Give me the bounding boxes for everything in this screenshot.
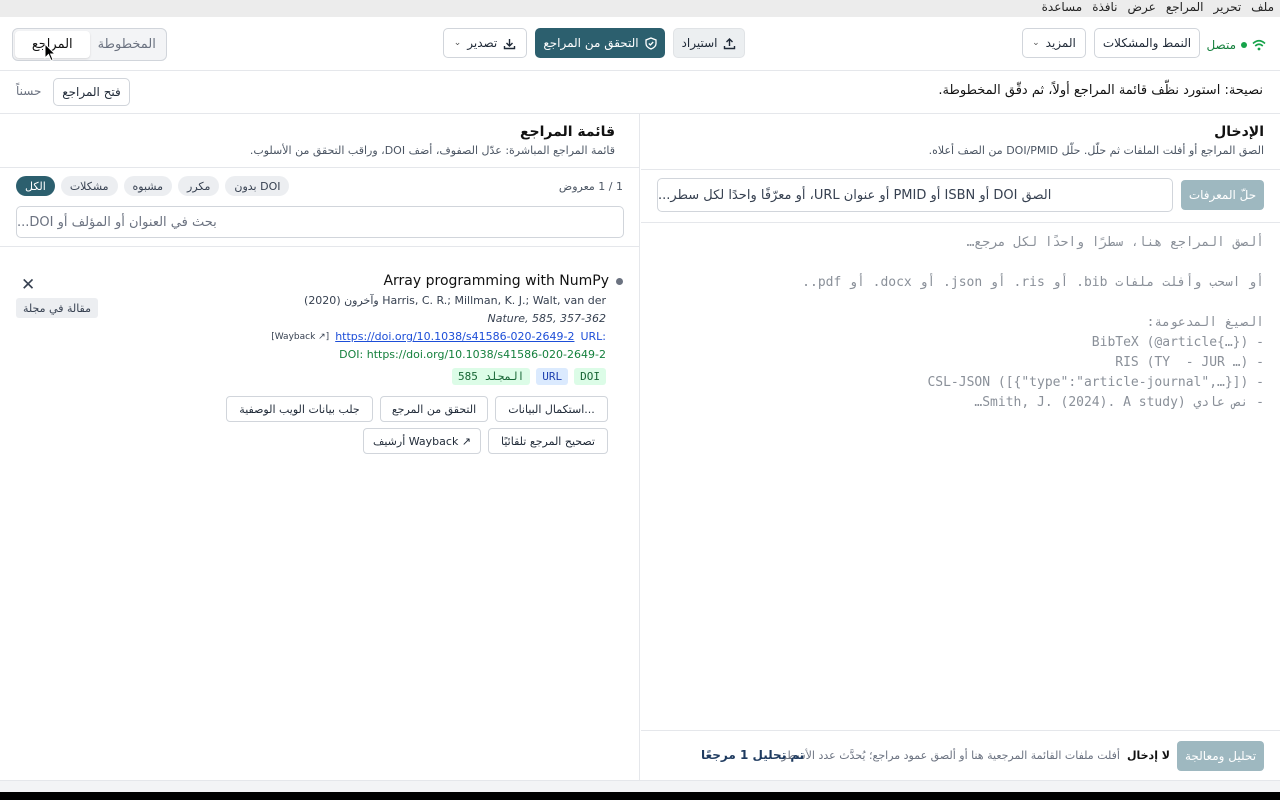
connection-status: متصل xyxy=(1206,38,1266,52)
divider xyxy=(0,246,640,247)
mouse-cursor-icon xyxy=(44,43,56,62)
tab-manuscript[interactable]: المخطوطة xyxy=(90,31,165,58)
import-label: استيراد xyxy=(681,36,718,50)
filter-no-doi[interactable]: بدون DOI xyxy=(225,176,290,196)
filter-suspicious[interactable]: مشبوه xyxy=(123,176,173,196)
url-label: URL: xyxy=(580,330,606,343)
reference-list-title: قائمة المراجع xyxy=(519,124,615,140)
footer-hint: لا إدخال أفلت ملفات القائمة المرجعية هنا… xyxy=(778,749,1170,762)
reference-list-subtitle: قائمة المراجع المباشرة: عدّل الصفوف، أضف… xyxy=(249,144,615,157)
reference-tags: DOI URL المجلد 585 xyxy=(452,368,606,385)
textarea-line: الصيغ المدعومة: xyxy=(1146,315,1264,330)
filter-chips: الكل مشكلات مشبوه مكرر بدون DOI xyxy=(16,176,290,196)
menu-help[interactable]: مساعدة xyxy=(1038,0,1087,17)
wayback-archive-button[interactable]: أرشيف Wayback ↗ xyxy=(363,428,481,454)
open-references-button[interactable]: فتح المراجع xyxy=(53,78,130,106)
reference-list-panel: قائمة المراجع قائمة المراجع المباشرة: عد… xyxy=(0,114,640,780)
style-issues-button[interactable]: النمط والمشكلات xyxy=(1094,28,1200,58)
fetch-web-metadata-button[interactable]: جلب بيانات الويب الوصفية xyxy=(226,396,373,422)
download-icon xyxy=(504,38,516,49)
input-subtitle: الصق المراجع أو أفلت الملفات ثم حلّل. حل… xyxy=(928,144,1264,157)
reference-url-row: [Wayback ↗] https://doi.org/10.1038/s415… xyxy=(271,330,606,343)
reference-type-badge: مقالة في مجلة xyxy=(16,298,99,318)
reference-title[interactable]: Array programming with NumPy xyxy=(383,273,623,289)
close-icon[interactable]: ✕ xyxy=(21,275,35,295)
textarea-line: - BibTeX (@article{…}) xyxy=(1091,335,1264,350)
export-label: تصدير xyxy=(467,36,498,50)
chevron-down-icon: ⌄ xyxy=(1032,38,1040,48)
parse-status: تم تحليل 1 مرجعًا xyxy=(701,748,805,762)
textarea-line: - نص عادي (Smith, J. (2024). A study… xyxy=(974,395,1264,410)
footer-hint-bold: لا إدخال xyxy=(1126,749,1170,762)
auto-correct-button[interactable]: تصحيح المرجع تلقائيًا xyxy=(488,428,608,454)
filter-duplicate[interactable]: مكرر xyxy=(178,176,220,196)
export-button[interactable]: ⌄ تصدير xyxy=(443,28,527,58)
status-bar xyxy=(0,780,1280,792)
upload-icon xyxy=(724,37,736,49)
menu-references[interactable]: المراجع xyxy=(1162,0,1208,17)
input-footer: تحليل ومعالجة لا إدخال أفلت ملفات القائم… xyxy=(641,730,1280,780)
menu-window[interactable]: نافذة xyxy=(1088,0,1121,17)
status-dot-icon xyxy=(616,277,623,285)
verify-reference-button[interactable]: التحقق من المرجع xyxy=(380,396,488,422)
menu-edit[interactable]: تحرير xyxy=(1210,0,1246,17)
textarea-line: - RIS (TY - JUR …) xyxy=(1115,355,1264,370)
verify-references-button[interactable]: التحقق من المراجع xyxy=(535,28,665,58)
status-label: متصل xyxy=(1206,38,1236,52)
style-issues-label: النمط والمشكلات xyxy=(1102,36,1192,50)
reference-search-input[interactable]: بحث في العنوان أو المؤلف أو DOI... xyxy=(16,206,624,238)
menu-view[interactable]: عرض xyxy=(1124,0,1160,17)
textarea-line: - CSL-JSON ([{"type":"article-journal",…… xyxy=(927,375,1264,390)
shown-count: 1 / 1 معروض xyxy=(558,180,623,193)
complete-data-button[interactable]: استكمال البيانات... xyxy=(495,396,608,422)
shield-check-icon xyxy=(645,36,657,50)
textarea-line: أو اسحب وأفلت ملفات bib. أو ris. أو json… xyxy=(802,275,1264,290)
input-panel: الإدخال الصق المراجع أو أفلت الملفات ثم … xyxy=(641,114,1280,780)
verify-references-label: التحقق من المراجع xyxy=(543,36,639,50)
filter-issues[interactable]: مشكلات xyxy=(60,176,118,196)
tag-doi: DOI xyxy=(574,368,606,385)
screen-edge xyxy=(0,792,1280,800)
resolve-identifiers-button[interactable]: حلّ المعرفات xyxy=(1181,180,1264,210)
wifi-icon xyxy=(1252,39,1266,51)
import-button[interactable]: استيراد xyxy=(673,28,745,58)
tag-volume: المجلد 585 xyxy=(452,368,531,385)
more-button[interactable]: ⌄ المزيد xyxy=(1022,28,1086,58)
reference-title-text: Array programming with NumPy xyxy=(383,273,609,289)
reference-doi: DOI: https://doi.org/10.1038/s41586-020-… xyxy=(339,348,606,361)
more-label: المزيد xyxy=(1045,36,1076,50)
divider xyxy=(641,169,1280,170)
divider xyxy=(0,167,640,168)
wayback-link[interactable]: [Wayback ↗] xyxy=(271,332,329,342)
toolbar: متصل النمط والمشكلات ⌄ المزيد استيراد ال… xyxy=(0,17,1280,71)
reference-journal: Nature, 585, 357-362 xyxy=(487,312,607,325)
filter-all[interactable]: الكل xyxy=(16,176,55,196)
identifier-input[interactable]: الصق DOI أو ISBN أو PMID أو عنوان URL، أ… xyxy=(657,178,1173,212)
menu-bar: ملف تحرير المراجع عرض نافذة مساعدة xyxy=(0,0,1280,17)
reference-authors: Harris, C. R.; Millman, K. J.; Walt, van… xyxy=(304,294,606,307)
dismiss-tip-button[interactable]: حسناً xyxy=(16,84,41,98)
status-dot-icon xyxy=(1241,42,1247,48)
reference-url-link[interactable]: https://doi.org/10.1038/s41586-020-2649-… xyxy=(335,330,574,343)
tip-banner: نصيحة: استورد نظّف قائمة المراجع أولاً، … xyxy=(0,71,1280,114)
footer-hint-text: أفلت ملفات القائمة المرجعية هنا أو ألصق … xyxy=(777,749,1120,762)
chevron-down-icon: ⌄ xyxy=(453,38,462,48)
tip-text: نصيحة: استورد نظّف قائمة المراجع أولاً، … xyxy=(938,83,1263,98)
references-textarea[interactable]: ألصق المراجع هنا، سطرًا واحدًا لكل مرجع…… xyxy=(641,222,1280,730)
input-title: الإدخال xyxy=(1214,124,1264,140)
textarea-line: ألصق المراجع هنا، سطرًا واحدًا لكل مرجع… xyxy=(966,235,1264,250)
view-switcher: المراجع المخطوطة xyxy=(12,28,167,61)
menu-file[interactable]: ملف xyxy=(1247,0,1278,17)
parse-process-button[interactable]: تحليل ومعالجة xyxy=(1177,741,1264,771)
tag-url: URL xyxy=(536,368,569,385)
